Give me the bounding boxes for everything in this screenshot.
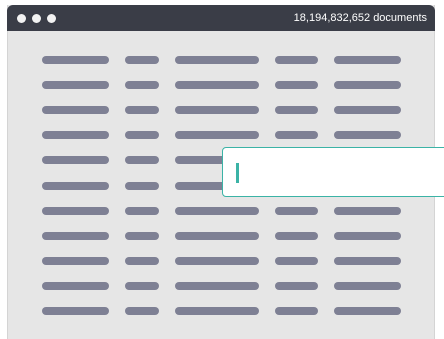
table-row	[0, 106, 444, 114]
placeholder-cell	[125, 207, 159, 215]
placeholder-cell	[175, 282, 259, 290]
placeholder-cell	[334, 81, 401, 89]
placeholder-cell	[42, 106, 109, 114]
placeholder-cell	[42, 232, 109, 240]
placeholder-cell	[125, 232, 159, 240]
placeholder-cell	[334, 232, 401, 240]
placeholder-cell	[125, 307, 159, 315]
window-dot-3[interactable]	[47, 14, 56, 23]
placeholder-cell	[334, 131, 401, 139]
placeholder-cell	[334, 257, 401, 265]
placeholder-cell	[334, 56, 401, 64]
placeholder-cell	[42, 131, 109, 139]
placeholder-cell	[275, 307, 318, 315]
placeholder-cell	[42, 307, 109, 315]
placeholder-cell	[334, 207, 401, 215]
table-row	[0, 282, 444, 290]
search-input[interactable]	[222, 147, 444, 197]
placeholder-cell	[275, 56, 318, 64]
placeholder-cell	[175, 232, 259, 240]
document-count: 18,194,832,652 documents	[293, 12, 427, 24]
placeholder-cell	[125, 182, 159, 190]
placeholder-cell	[334, 106, 401, 114]
placeholder-cell	[275, 232, 318, 240]
placeholder-cell	[275, 81, 318, 89]
placeholder-cell	[275, 282, 318, 290]
placeholder-cell	[175, 207, 259, 215]
table-row	[0, 232, 444, 240]
placeholder-cell	[175, 257, 259, 265]
placeholder-cell	[42, 81, 109, 89]
placeholder-cell	[42, 56, 109, 64]
placeholder-cell	[125, 257, 159, 265]
placeholder-cell	[175, 131, 259, 139]
placeholder-cell	[42, 156, 109, 164]
placeholder-cell	[175, 81, 259, 89]
placeholder-cell	[175, 106, 259, 114]
window-dot-1[interactable]	[17, 14, 26, 23]
table-row	[0, 207, 444, 215]
table-row	[0, 81, 444, 89]
placeholder-cell	[275, 131, 318, 139]
placeholder-cell	[125, 156, 159, 164]
table-row	[0, 56, 444, 64]
table-row	[0, 257, 444, 265]
placeholder-cell	[275, 257, 318, 265]
text-cursor	[236, 163, 239, 183]
placeholder-cell	[334, 282, 401, 290]
placeholder-cell	[125, 106, 159, 114]
table-row	[0, 307, 444, 315]
placeholder-cell	[125, 56, 159, 64]
window-dot-2[interactable]	[32, 14, 41, 23]
placeholder-cell	[275, 106, 318, 114]
placeholder-cell	[175, 56, 259, 64]
window-titlebar: 18,194,832,652 documents	[7, 5, 435, 31]
table-row	[0, 131, 444, 139]
placeholder-cell	[125, 282, 159, 290]
placeholder-cell	[42, 282, 109, 290]
placeholder-cell	[125, 131, 159, 139]
placeholder-cell	[334, 307, 401, 315]
placeholder-cell	[42, 257, 109, 265]
placeholder-cell	[125, 81, 159, 89]
placeholder-cell	[275, 207, 318, 215]
placeholder-cell	[175, 307, 259, 315]
placeholder-cell	[42, 207, 109, 215]
placeholder-cell	[42, 182, 109, 190]
